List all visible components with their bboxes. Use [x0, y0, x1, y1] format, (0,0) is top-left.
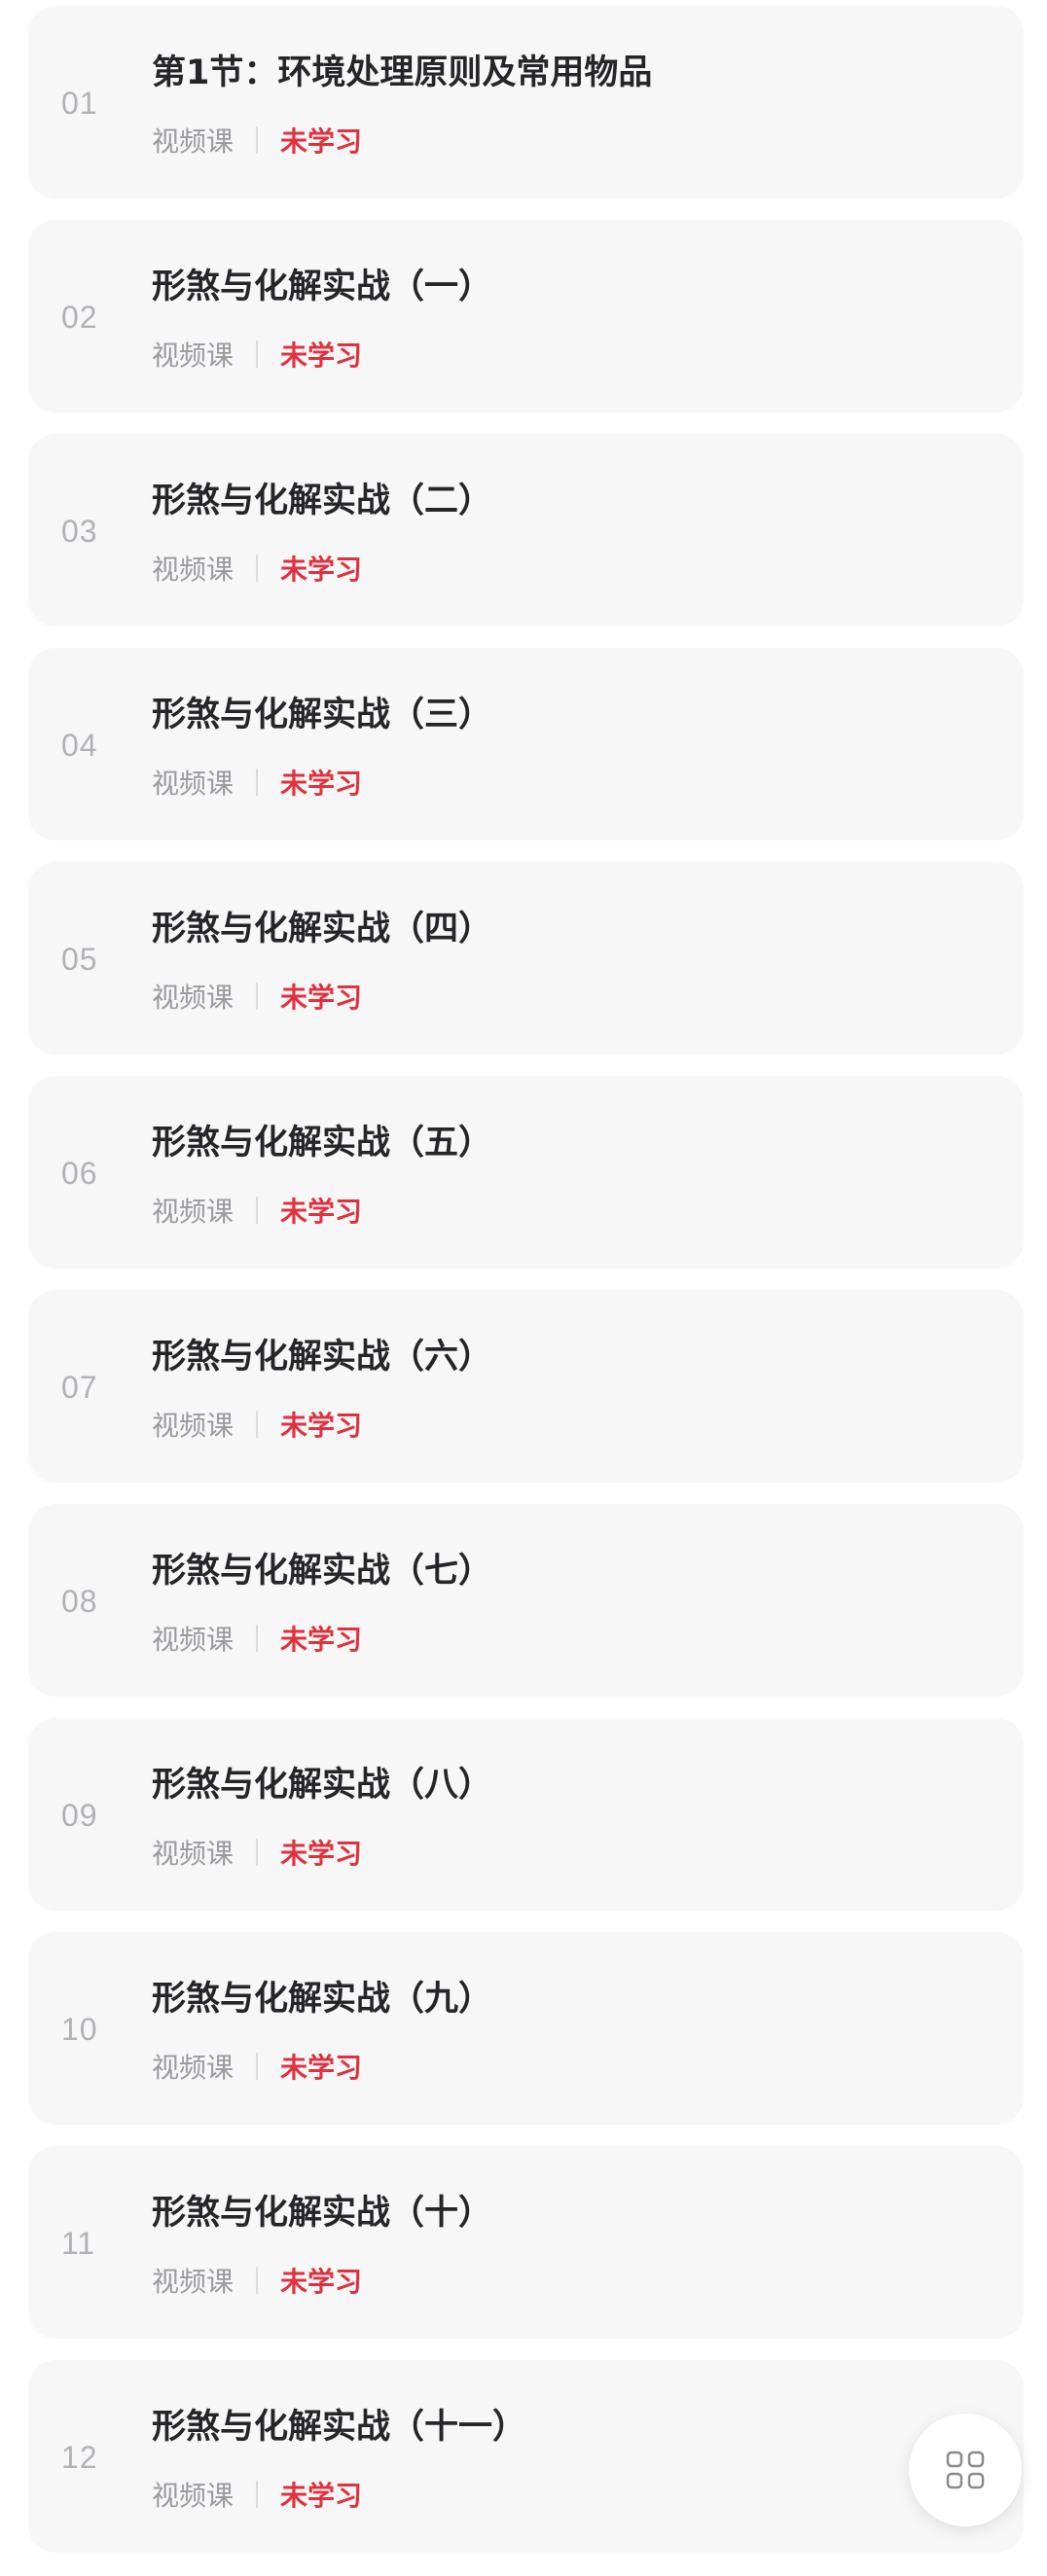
- lesson-number: 04: [61, 728, 98, 763]
- lesson-card[interactable]: 01 第1节：环境处理原则及常用物品 视频课 未学习: [28, 6, 1024, 198]
- lesson-meta: 视频课 未学习: [152, 2475, 362, 2514]
- lesson-type: 视频课: [152, 1196, 235, 1228]
- lesson-meta: 视频课 未学习: [152, 549, 362, 588]
- lesson-title: 形煞与化解实战（十一）: [152, 2408, 527, 2447]
- lesson-card[interactable]: 07 形煞与化解实战（六） 视频课 未学习: [28, 1290, 1024, 1483]
- lesson-status: 未学习: [280, 554, 363, 586]
- divider: [256, 2481, 259, 2508]
- lesson-type: 视频课: [152, 1838, 235, 1870]
- divider: [256, 2053, 259, 2080]
- lesson-card[interactable]: 08 形煞与化解实战（七） 视频课 未学习: [28, 1504, 1024, 1697]
- lesson-type: 视频课: [152, 982, 235, 1014]
- lesson-meta: 视频课 未学习: [152, 1405, 362, 1444]
- lesson-title: 形煞与化解实战（十）: [152, 2194, 493, 2233]
- lesson-number: 06: [61, 1156, 98, 1191]
- lesson-meta: 视频课 未学习: [152, 2261, 362, 2300]
- lesson-meta: 视频课 未学习: [152, 121, 362, 160]
- lesson-number: 03: [61, 514, 98, 549]
- lesson-number: 05: [61, 942, 98, 977]
- lesson-status: 未学习: [280, 1624, 363, 1656]
- divider: [256, 1839, 259, 1866]
- divider: [256, 2267, 259, 2294]
- lesson-status: 未学习: [280, 2480, 363, 2512]
- lesson-card[interactable]: 02 形煞与化解实战（一） 视频课 未学习: [28, 220, 1024, 412]
- lesson-title: 形煞与化解实战（五）: [152, 1124, 493, 1163]
- lesson-type: 视频课: [152, 1410, 235, 1442]
- lesson-card[interactable]: 11 形煞与化解实战（十） 视频课 未学习: [28, 2146, 1024, 2339]
- lesson-number: 10: [61, 2012, 98, 2047]
- divider: [256, 340, 259, 368]
- lesson-number: 09: [61, 1798, 98, 1833]
- lesson-meta: 视频课 未学习: [152, 977, 362, 1016]
- lesson-title: 第1节：环境处理原则及常用物品: [152, 54, 653, 92]
- lesson-number: 08: [61, 1584, 98, 1619]
- lesson-meta: 视频课 未学习: [152, 2047, 362, 2086]
- lesson-card[interactable]: 09 形煞与化解实战（八） 视频课 未学习: [28, 1718, 1024, 1911]
- lesson-status: 未学习: [280, 340, 363, 372]
- divider: [256, 555, 259, 582]
- lesson-type: 视频课: [152, 2266, 235, 2298]
- lesson-meta: 视频课 未学习: [152, 1191, 362, 1230]
- lesson-type: 视频课: [152, 1624, 235, 1656]
- lesson-status: 未学习: [280, 125, 363, 158]
- lesson-type: 视频课: [152, 768, 235, 800]
- divider: [256, 1197, 259, 1224]
- lesson-status: 未学习: [280, 2266, 363, 2298]
- lesson-list: 01 第1节：环境处理原则及常用物品 视频课 未学习 02 形煞与化解实战（一）…: [28, 6, 1024, 2574]
- lesson-title: 形煞与化解实战（二）: [152, 482, 493, 520]
- lesson-number: 01: [61, 86, 98, 121]
- divider: [256, 1411, 259, 1438]
- lesson-meta: 视频课 未学习: [152, 1619, 362, 1658]
- lesson-card[interactable]: 04 形煞与化解实战（三） 视频课 未学习: [28, 648, 1024, 841]
- lesson-card[interactable]: 05 形煞与化解实战（四） 视频课 未学习: [28, 862, 1024, 1055]
- lesson-title: 形煞与化解实战（九）: [152, 1980, 493, 2019]
- lesson-title: 形煞与化解实战（八）: [152, 1766, 493, 1805]
- catalog-fab-button[interactable]: [909, 2414, 1022, 2526]
- lesson-card[interactable]: 06 形煞与化解实战（五） 视频课 未学习: [28, 1076, 1024, 1269]
- lesson-type: 视频课: [152, 340, 235, 372]
- lesson-number: 12: [61, 2440, 98, 2475]
- lesson-number: 02: [61, 300, 98, 335]
- divider: [256, 983, 259, 1010]
- lesson-status: 未学习: [280, 1196, 363, 1228]
- divider: [256, 1625, 259, 1652]
- lesson-status: 未学习: [280, 1410, 363, 1442]
- lesson-type: 视频课: [152, 2052, 235, 2084]
- lesson-status: 未学习: [280, 982, 363, 1014]
- lesson-meta: 视频课 未学习: [152, 1833, 362, 1872]
- lesson-card[interactable]: 10 形煞与化解实战（九） 视频课 未学习: [28, 1932, 1024, 2125]
- lesson-status: 未学习: [280, 1838, 363, 1870]
- lesson-type: 视频课: [152, 554, 235, 586]
- lesson-title: 形煞与化解实战（六）: [152, 1338, 493, 1377]
- lesson-card[interactable]: 03 形煞与化解实战（二） 视频课 未学习: [28, 434, 1024, 626]
- divider: [256, 126, 259, 154]
- lesson-meta: 视频课 未学习: [152, 335, 362, 374]
- lesson-number: 11: [61, 2226, 96, 2261]
- divider: [256, 769, 259, 796]
- lesson-title: 形煞与化解实战（三）: [152, 696, 493, 734]
- lesson-status: 未学习: [280, 768, 363, 800]
- lesson-type: 视频课: [152, 125, 235, 158]
- lesson-meta: 视频课 未学习: [152, 763, 362, 802]
- lesson-title: 形煞与化解实战（七）: [152, 1552, 493, 1591]
- lesson-title: 形煞与化解实战（四）: [152, 910, 493, 948]
- lesson-number: 07: [61, 1370, 98, 1405]
- lesson-card[interactable]: 12 形煞与化解实战（十一） 视频课 未学习: [28, 2360, 1024, 2553]
- lesson-status: 未学习: [280, 2052, 363, 2084]
- lesson-type: 视频课: [152, 2480, 235, 2512]
- grid-icon: [946, 2451, 985, 2489]
- lesson-title: 形煞与化解实战（一）: [152, 268, 493, 306]
